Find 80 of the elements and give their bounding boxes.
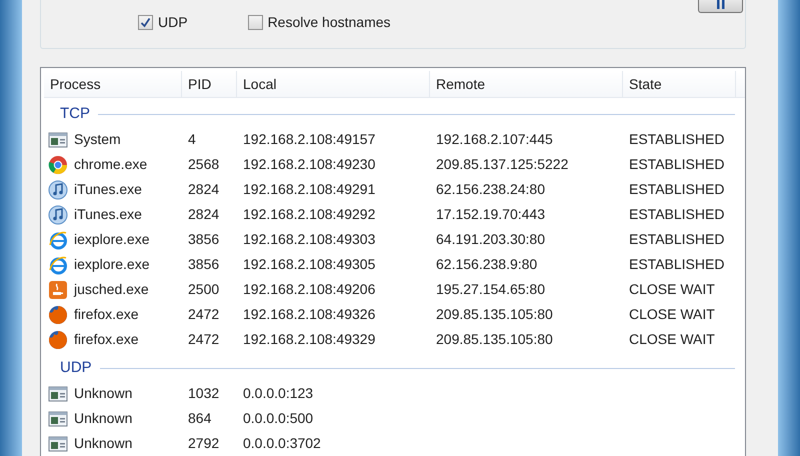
connection-state: CLOSE WAIT (629, 306, 715, 322)
process-name: firefox.exe (74, 330, 139, 349)
local-address: 192.168.2.108:49329 (243, 331, 376, 347)
local-address: 192.168.2.108:49292 (243, 206, 376, 222)
process-name: iexplore.exe (74, 230, 150, 249)
connection-state: ESTABLISHED (629, 231, 724, 247)
local-address: 0.0.0.0:500 (243, 410, 314, 426)
pid-cell: 2824 (188, 206, 220, 222)
local-address: 192.168.2.108:49157 (243, 131, 376, 147)
pid-cell: 2472 (188, 306, 220, 322)
browser-icon (48, 230, 68, 250)
pid-cell: 2824 (188, 181, 220, 197)
column-header[interactable]: Process (44, 71, 182, 97)
column-header[interactable]: State (623, 71, 736, 97)
column-header[interactable]: PID (182, 71, 237, 97)
remote-address: 192.168.2.107:445 (436, 131, 553, 147)
pid-cell: 1032 (188, 385, 220, 401)
connection-state: ESTABLISHED (629, 256, 724, 272)
group-header: TCP (60, 104, 90, 124)
remote-address: 209.85.135.105:80 (436, 306, 553, 322)
window-icon (48, 384, 68, 404)
column-header[interactable]: Remote (430, 71, 623, 97)
process-name: Unknown (74, 434, 132, 453)
local-address: 192.168.2.108:49291 (243, 181, 376, 197)
remote-address: 209.85.137.125:5222 (436, 156, 568, 172)
checkbox[interactable] (138, 15, 153, 30)
process-name: Unknown (74, 409, 132, 428)
window-icon (48, 408, 68, 428)
process-name: firefox.exe (74, 305, 139, 324)
connection-state: ESTABLISHED (629, 131, 724, 147)
coffee-cup-icon (48, 280, 68, 300)
process-name: jusched.exe (74, 280, 149, 299)
browser-icon (48, 154, 68, 174)
option-checkbox[interactable]: Resolve hostnames (248, 12, 391, 33)
browser-icon (48, 254, 68, 274)
pid-cell: 864 (188, 410, 212, 426)
fox-globe-icon (48, 304, 68, 324)
pid-cell: 2792 (188, 435, 220, 451)
music-note-icon (48, 180, 68, 200)
connection-state: ESTABLISHED (629, 181, 724, 197)
remote-address: 64.191.203.30:80 (436, 231, 545, 247)
process-name: iTunes.exe (74, 180, 142, 199)
remote-address: 62.156.238.24:80 (436, 181, 545, 197)
pid-cell: 3856 (188, 231, 220, 247)
pid-cell: 2500 (188, 281, 220, 297)
pid-cell: 2568 (188, 156, 220, 172)
pid-cell: 4 (188, 131, 196, 147)
process-name: iTunes.exe (74, 205, 142, 224)
remote-address: 62.156.238.9:80 (436, 256, 538, 272)
column-header[interactable]: Local (237, 71, 430, 97)
connection-state: ESTABLISHED (629, 156, 724, 172)
local-address: 192.168.2.108:49230 (243, 156, 376, 172)
local-address: 0.0.0.0:123 (243, 385, 314, 401)
option-checkbox[interactable]: UDP (138, 12, 188, 33)
music-note-icon (48, 204, 68, 224)
local-address: 192.168.2.108:49305 (243, 256, 376, 272)
connection-state: CLOSE WAIT (629, 331, 715, 347)
group-header: UDP (60, 358, 92, 378)
pause-icon (716, 0, 724, 9)
local-address: 0.0.0.0:3702 (243, 435, 321, 451)
fox-globe-icon (48, 330, 68, 350)
connection-state: CLOSE WAIT (629, 281, 715, 297)
process-name: Unknown (74, 384, 132, 403)
connection-state: ESTABLISHED (629, 206, 724, 222)
local-address: 192.168.2.108:49303 (243, 231, 376, 247)
local-address: 192.168.2.108:49326 (243, 306, 376, 322)
local-address: 192.168.2.108:49206 (243, 281, 376, 297)
remote-address: 195.27.154.65:80 (436, 281, 545, 297)
process-name: iexplore.exe (74, 255, 150, 274)
checkbox[interactable] (248, 15, 263, 30)
pause-button[interactable] (698, 0, 743, 13)
window-icon (48, 434, 68, 454)
pid-cell: 2472 (188, 331, 220, 347)
remote-address: 17.152.19.70:443 (436, 206, 545, 222)
pid-cell: 3856 (188, 256, 220, 272)
checkmark-icon (140, 17, 151, 28)
process-name: chrome.exe (74, 155, 148, 174)
remote-address: 209.85.135.105:80 (436, 331, 553, 347)
window-icon (48, 130, 68, 150)
process-name: System (74, 130, 121, 149)
